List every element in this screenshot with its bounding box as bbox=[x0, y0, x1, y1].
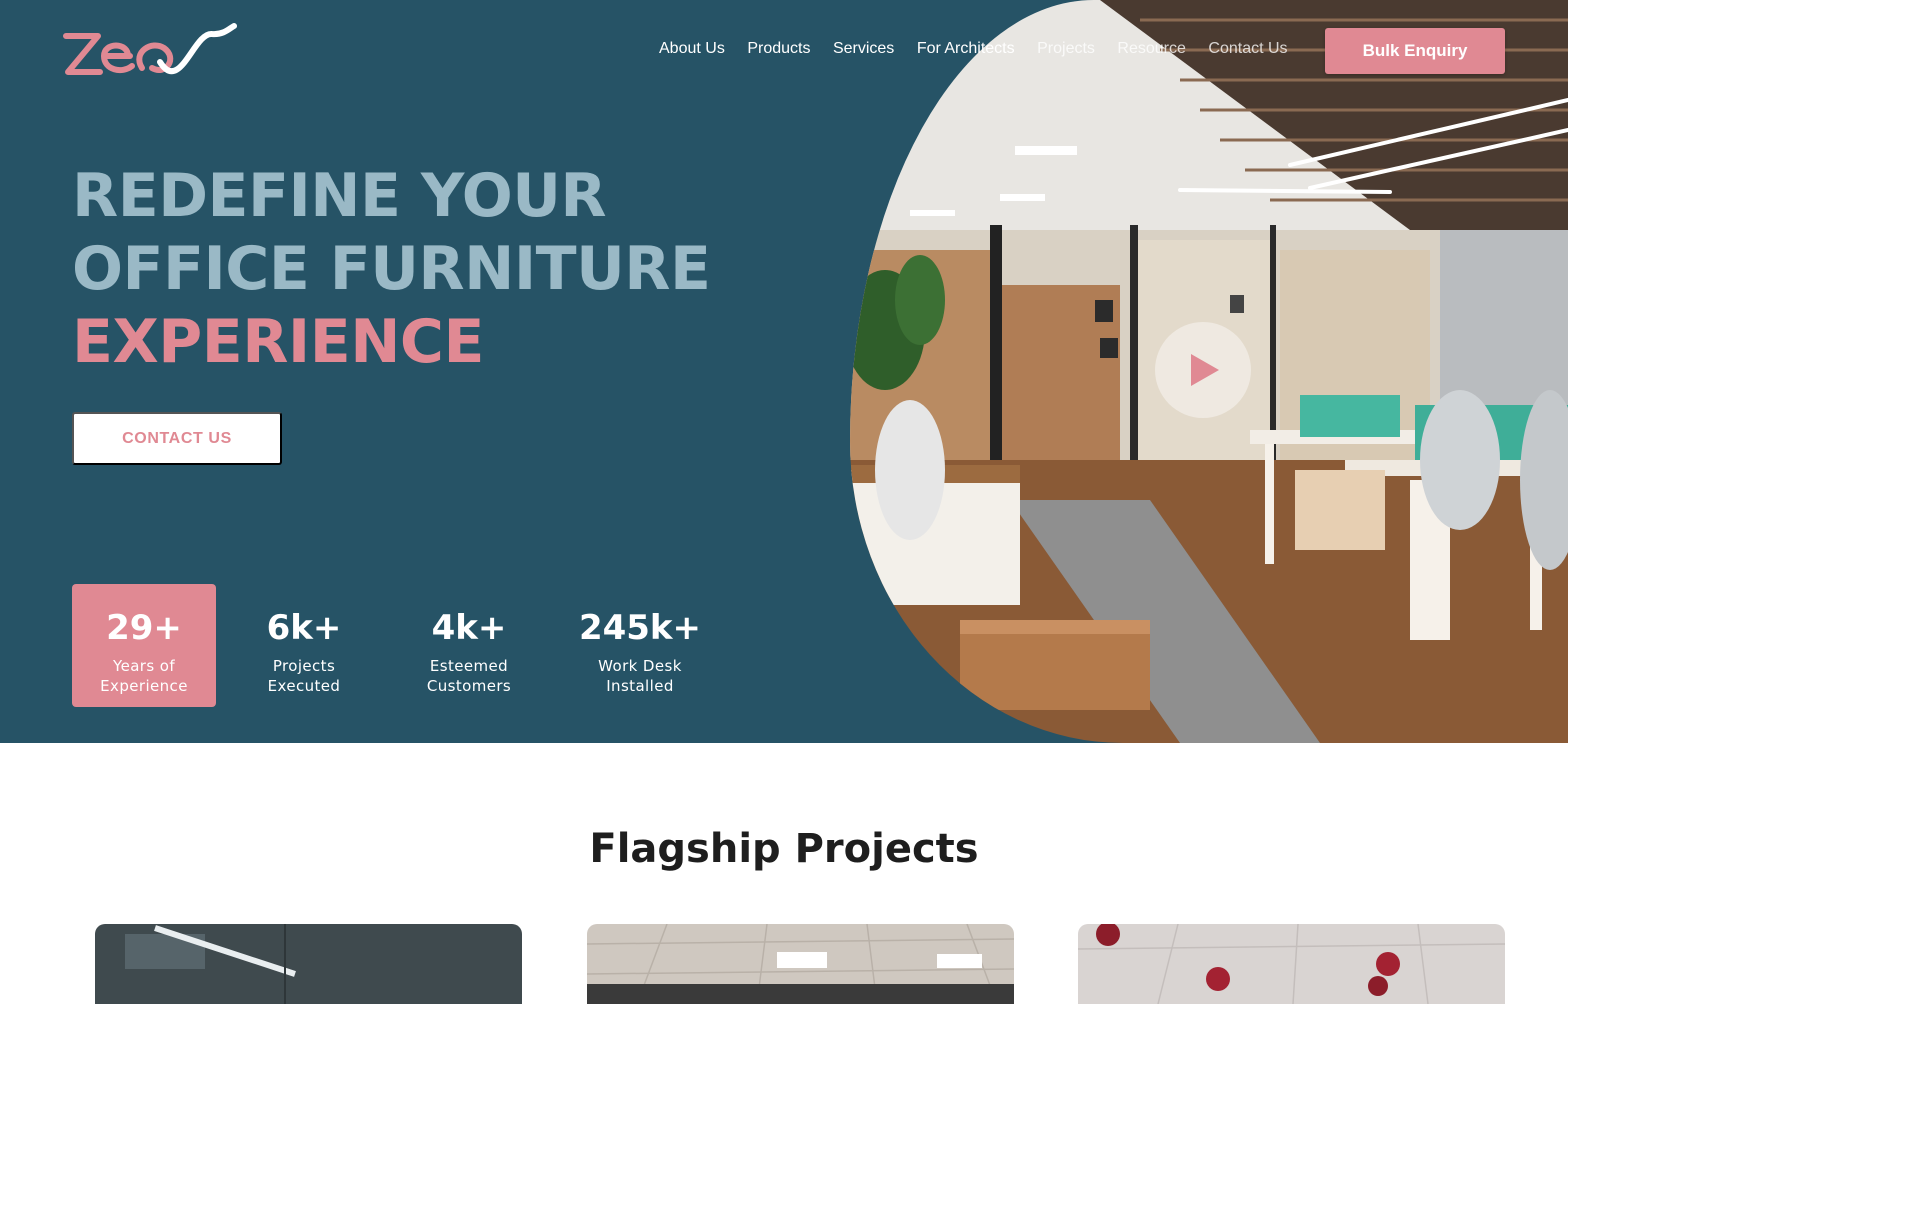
stat-value: 4k+ bbox=[431, 608, 507, 648]
flagship-projects-title: Flagship Projects bbox=[589, 826, 979, 872]
stat-label-line: Executed bbox=[267, 677, 341, 695]
project-card-1[interactable] bbox=[95, 924, 522, 1004]
project-card-image bbox=[95, 924, 522, 1004]
stat-label: Projects Executed bbox=[244, 656, 364, 696]
project-card-image bbox=[1078, 924, 1505, 1004]
stat-label-line: Work Desk bbox=[598, 657, 682, 675]
stat-label-line: Installed bbox=[606, 677, 674, 695]
project-card-image bbox=[587, 924, 1014, 1004]
headline-line-3: EXPERIENCE bbox=[72, 307, 484, 377]
stat-value: 6k+ bbox=[266, 608, 342, 648]
nav-projects[interactable]: Projects bbox=[1037, 40, 1095, 58]
hero-section: About Us Products Services For Architect… bbox=[0, 0, 1568, 743]
project-card-2[interactable] bbox=[587, 924, 1014, 1004]
zeo-logo[interactable] bbox=[62, 22, 238, 82]
nav-contact-us[interactable]: Contact Us bbox=[1208, 40, 1287, 58]
stat-value: 29+ bbox=[106, 608, 182, 648]
stat-label: Years of Experience bbox=[72, 656, 216, 696]
stat-value: 245k+ bbox=[578, 608, 702, 648]
nav-resource[interactable]: Resource bbox=[1117, 40, 1185, 58]
stat-label-line: Years of bbox=[113, 657, 175, 675]
contact-us-button[interactable]: CONTACT US bbox=[72, 412, 282, 465]
headline-line-1: REDEFINE YOUR bbox=[72, 161, 607, 231]
stat-label-line: Esteemed bbox=[429, 657, 509, 675]
stat-label-line: Projects bbox=[272, 657, 336, 675]
stat-projects-executed: 6k+ Projects Executed bbox=[244, 584, 364, 707]
stat-label: Esteemed Customers bbox=[404, 656, 534, 696]
play-icon bbox=[1191, 354, 1219, 386]
stat-years-experience: 29+ Years of Experience bbox=[72, 584, 216, 707]
stat-work-desk-installed: 245k+ Work Desk Installed bbox=[570, 584, 710, 707]
bulk-enquiry-button[interactable]: Bulk Enquiry bbox=[1325, 28, 1505, 74]
main-nav: About Us Products Services For Architect… bbox=[659, 40, 1310, 58]
nav-for-architects[interactable]: For Architects bbox=[917, 40, 1015, 58]
stat-esteemed-customers: 4k+ Esteemed Customers bbox=[404, 584, 534, 707]
hero-headline: REDEFINE YOUR OFFICE FURNITURE EXPERIENC… bbox=[72, 160, 711, 379]
nav-about-us[interactable]: About Us bbox=[659, 40, 725, 58]
nav-services[interactable]: Services bbox=[833, 40, 894, 58]
stat-label-line: Experience bbox=[100, 677, 188, 695]
project-card-3[interactable] bbox=[1078, 924, 1505, 1004]
stat-label: Work Desk Installed bbox=[570, 656, 710, 696]
play-video-button[interactable] bbox=[1155, 322, 1251, 418]
nav-products[interactable]: Products bbox=[747, 40, 810, 58]
headline-line-2: OFFICE FURNITURE bbox=[72, 234, 711, 304]
stat-label-line: Customers bbox=[426, 677, 512, 695]
